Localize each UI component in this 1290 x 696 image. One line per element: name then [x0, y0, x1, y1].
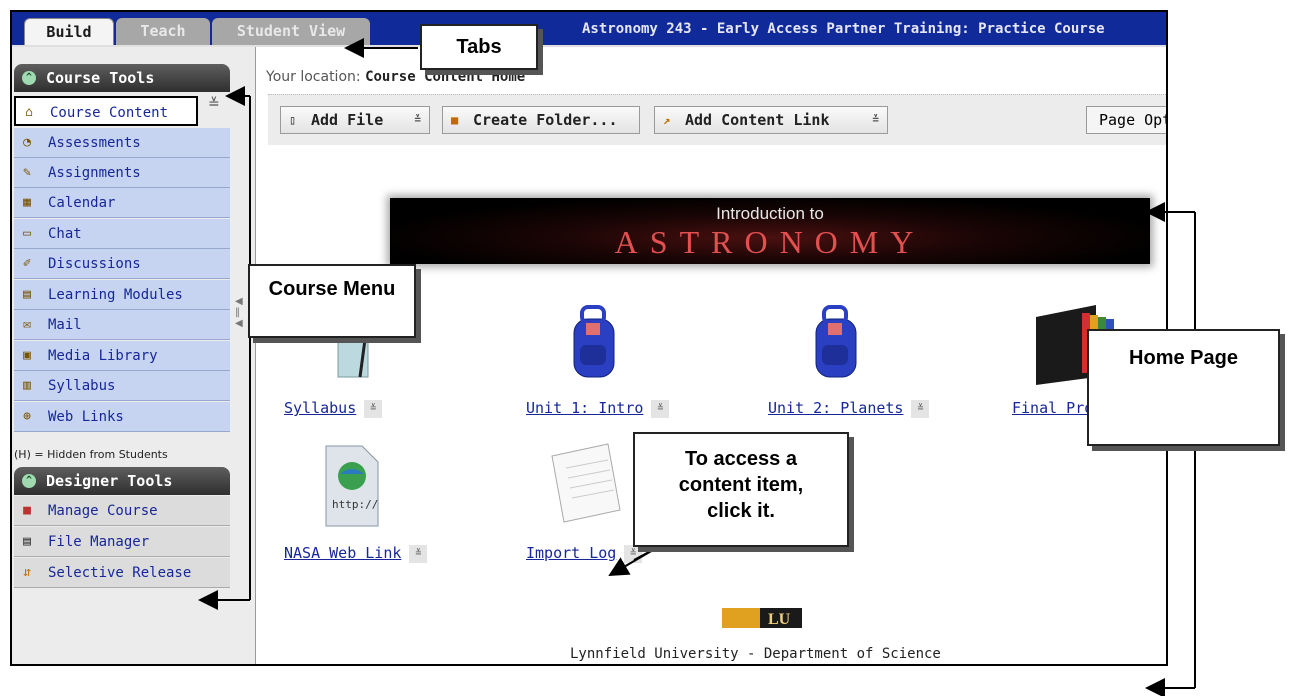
- home-page-callout: Home Page: [1087, 329, 1280, 446]
- course-menu-callout: Course Menu: [248, 264, 416, 338]
- tabs-callout: Tabs: [420, 24, 538, 70]
- access-callout: To access a content item, click it.: [633, 432, 849, 547]
